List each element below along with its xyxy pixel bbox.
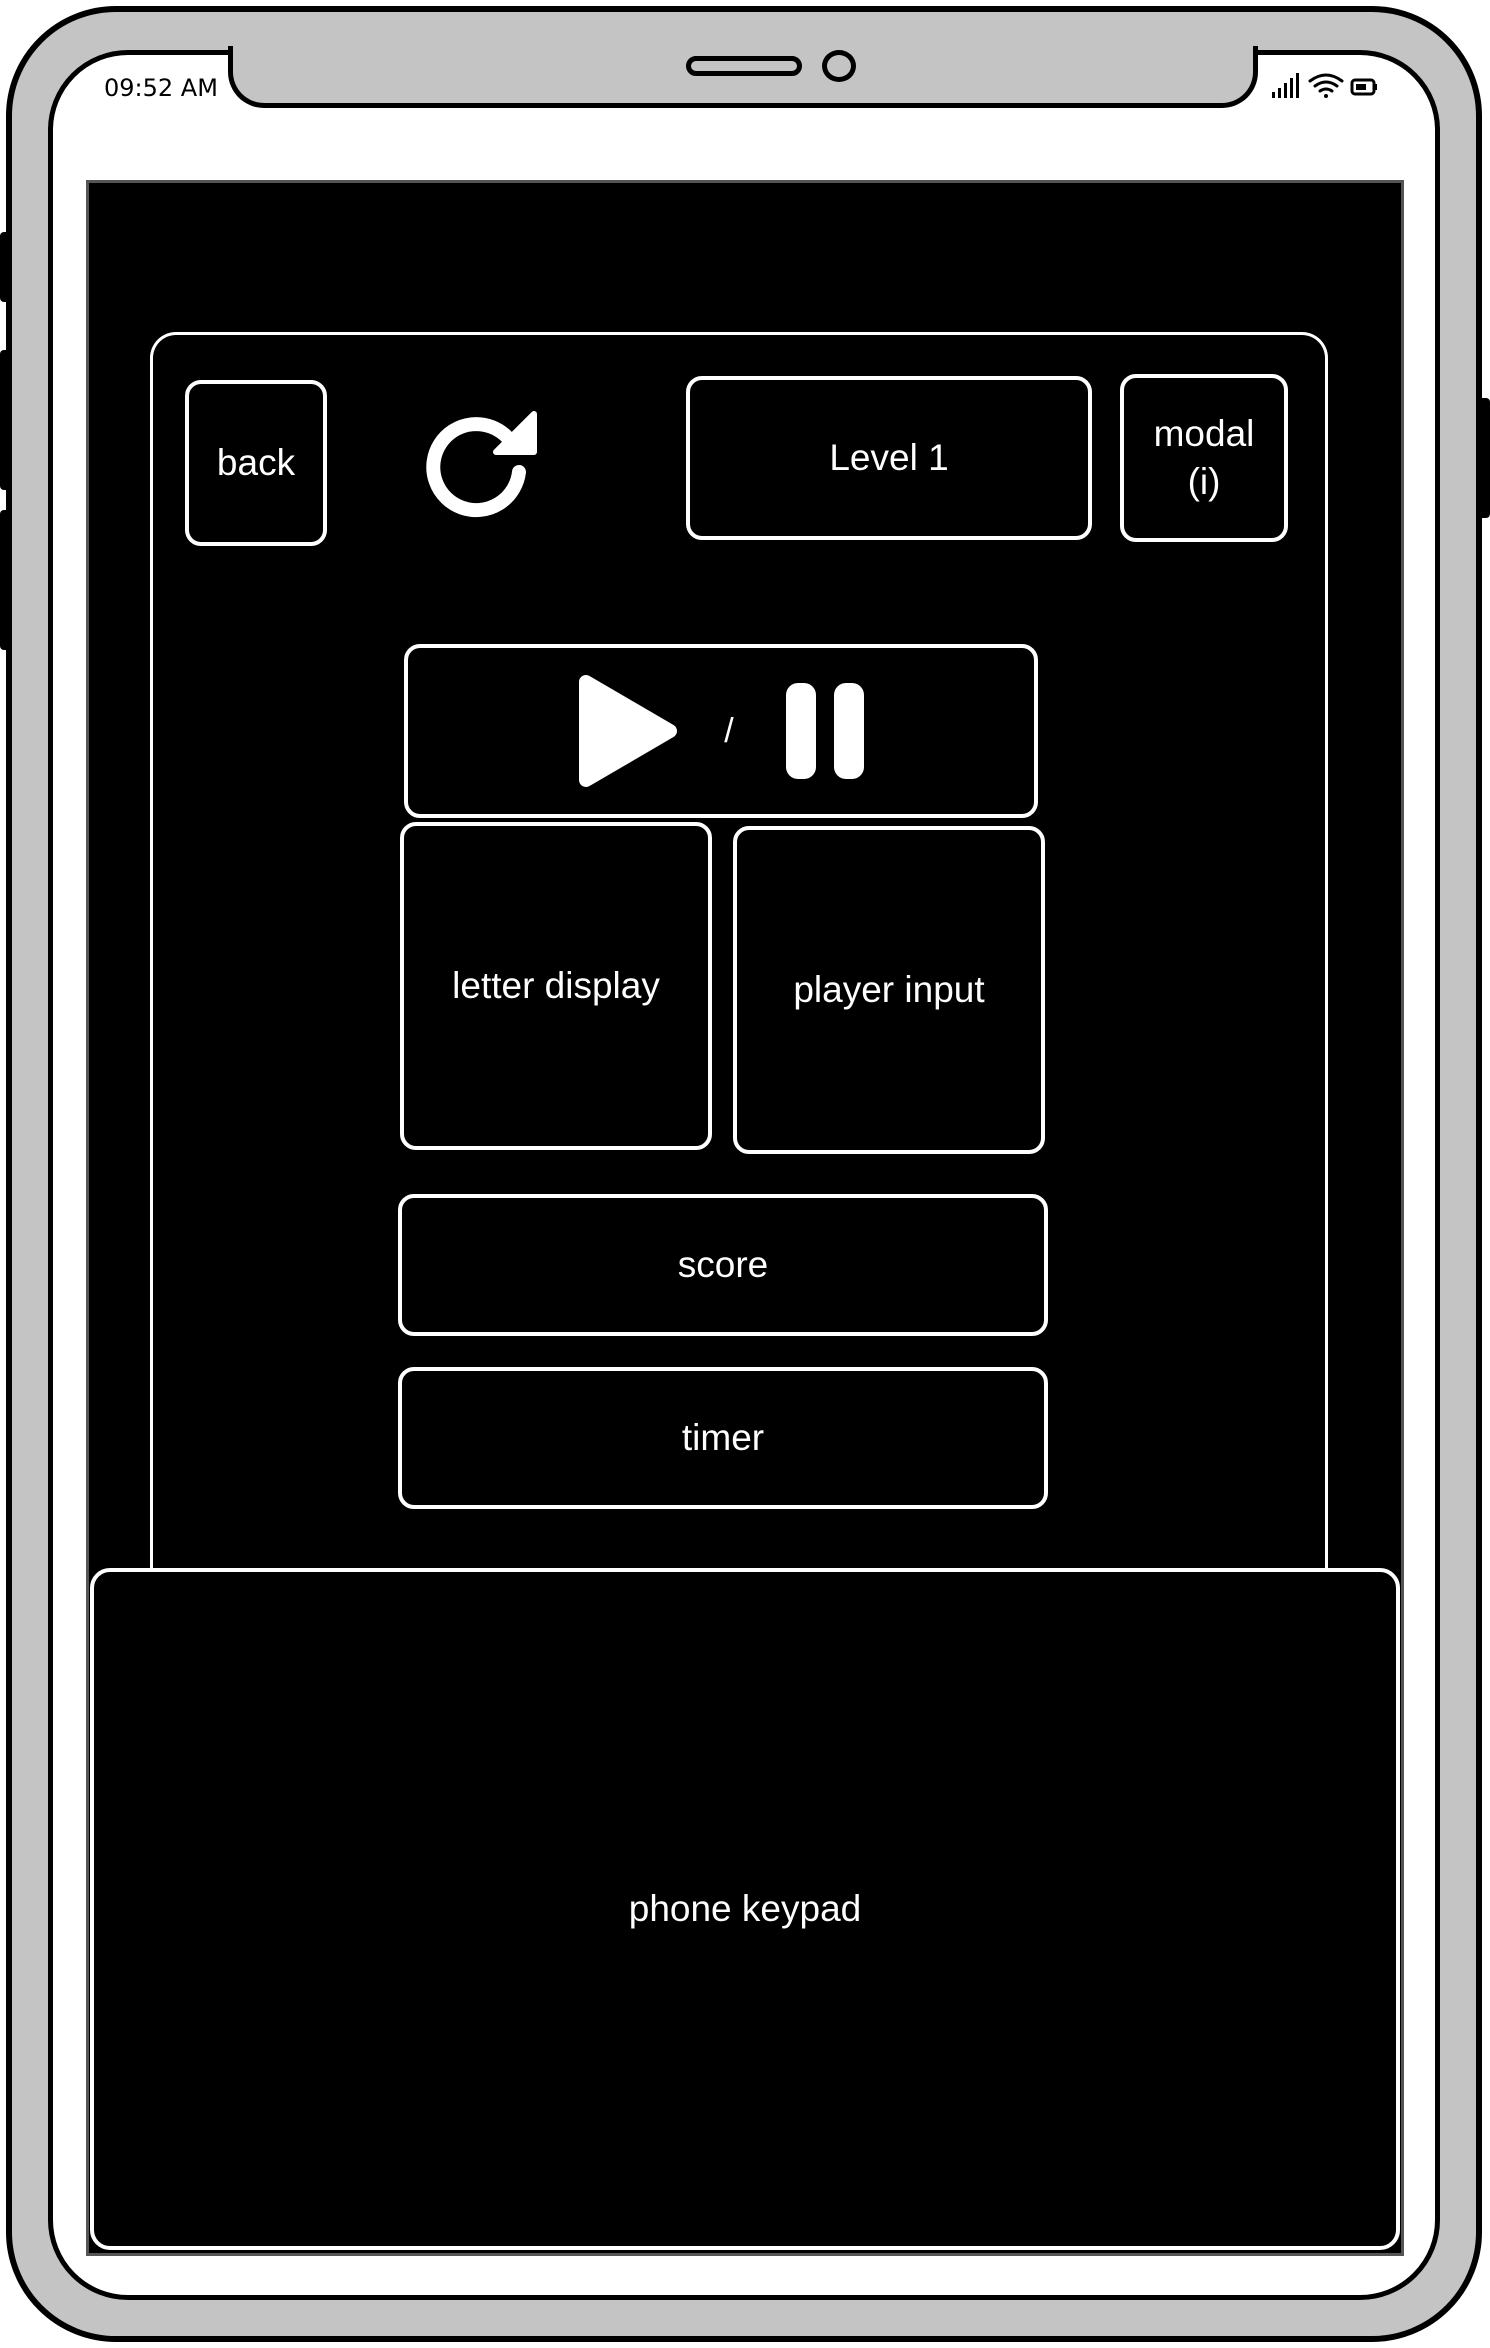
play-pause-button[interactable]: / (404, 644, 1038, 818)
side-button-right (1478, 398, 1490, 518)
timer-display: timer (398, 1367, 1048, 1509)
modal-info-button[interactable]: modal (i) (1120, 374, 1288, 542)
speaker (686, 56, 802, 76)
camera (822, 50, 856, 82)
pause-icon (785, 683, 864, 779)
signal-icon (1272, 73, 1299, 98)
player-input[interactable]: player input (733, 826, 1045, 1154)
restart-icon[interactable] (416, 400, 546, 530)
play-pause-separator: / (724, 711, 734, 750)
level-indicator: Level 1 (686, 376, 1092, 540)
wifi-icon (1308, 73, 1344, 98)
play-icon (579, 675, 678, 787)
status-icons (1272, 73, 1377, 98)
letter-display: letter display (400, 822, 712, 1150)
side-button-left-2 (0, 350, 12, 490)
side-button-left-3 (0, 510, 12, 650)
phone-keypad-label: phone keypad (628, 1888, 862, 1929)
battery-icon (1350, 78, 1377, 96)
status-time: 09:52 AM (104, 74, 218, 102)
back-button[interactable]: back (185, 380, 327, 546)
phone-keypad[interactable]: phone keypad (90, 1568, 1400, 2250)
side-button-left-1 (0, 232, 12, 302)
score-display: score (398, 1194, 1048, 1336)
